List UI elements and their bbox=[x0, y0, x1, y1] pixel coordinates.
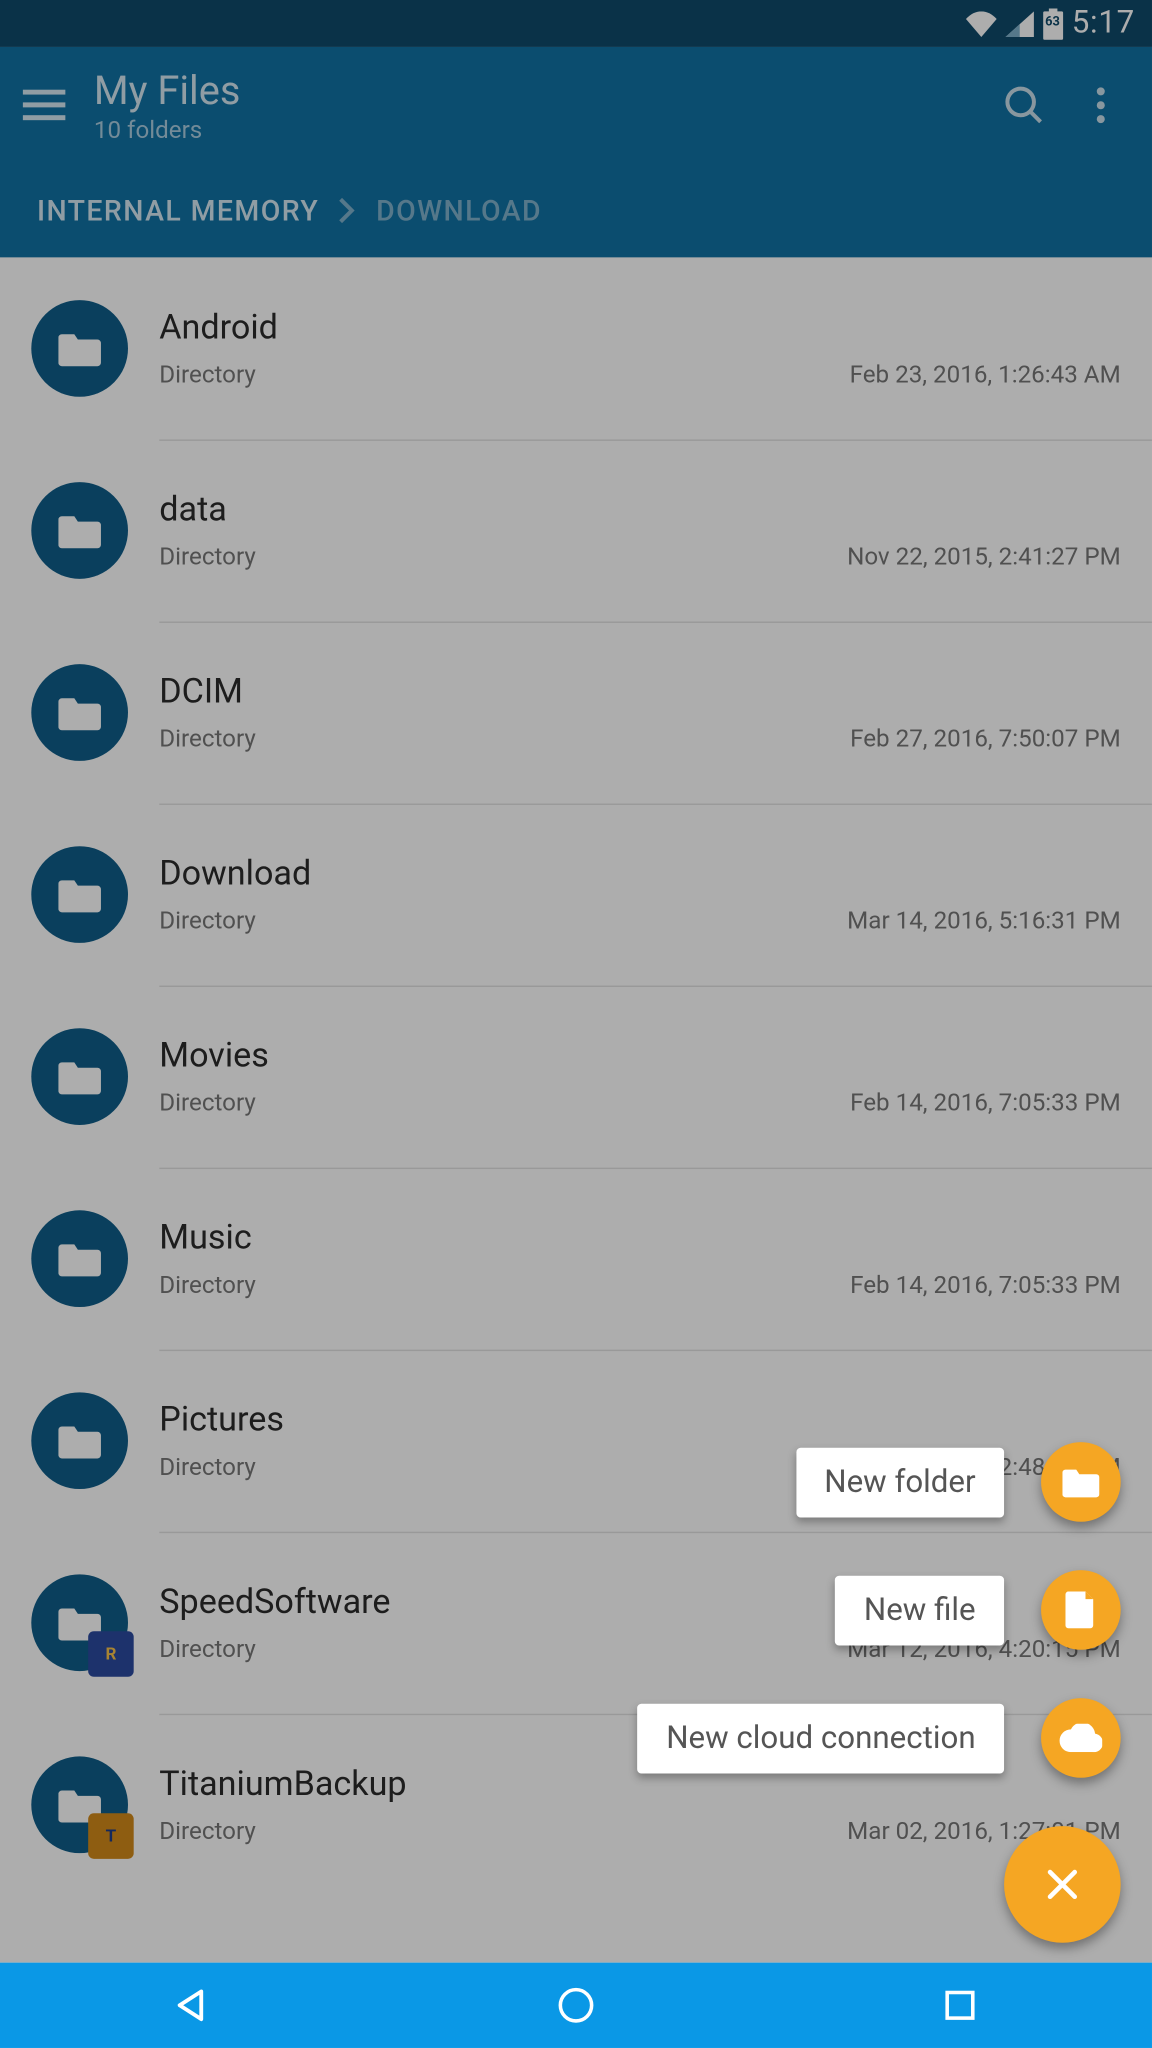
cloud-icon bbox=[1041, 1698, 1121, 1778]
recent-apps-button[interactable] bbox=[917, 1963, 1002, 2048]
fab-action-new-cloud[interactable]: New cloud connection bbox=[638, 1698, 1121, 1778]
fab-label: New folder bbox=[796, 1447, 1004, 1517]
back-button[interactable] bbox=[149, 1963, 234, 2048]
fab-menu: New folder New file New cloud connection bbox=[638, 1442, 1121, 1943]
home-button[interactable] bbox=[533, 1963, 618, 2048]
fab-close[interactable] bbox=[1004, 1826, 1121, 1943]
fab-action-new-folder[interactable]: New folder bbox=[796, 1442, 1121, 1522]
folder-icon bbox=[1041, 1442, 1121, 1522]
navigation-bar bbox=[0, 1963, 1152, 2048]
fab-label: New cloud connection bbox=[638, 1703, 1004, 1773]
close-icon bbox=[1004, 1826, 1121, 1943]
fab-label: New file bbox=[835, 1575, 1004, 1645]
fab-action-new-file[interactable]: New file bbox=[835, 1570, 1120, 1650]
file-icon bbox=[1041, 1570, 1121, 1650]
